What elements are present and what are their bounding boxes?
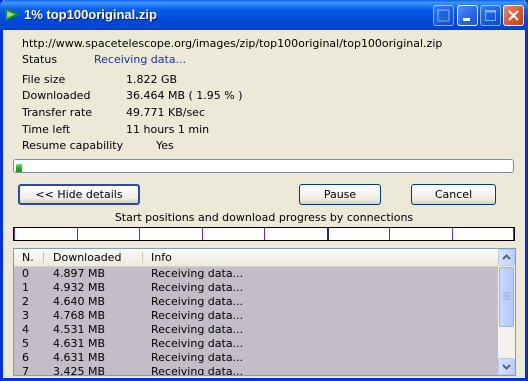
table-row[interactable]: 5 4.631 MB Receiving data... <box>14 337 499 351</box>
minimize-icon <box>463 18 470 21</box>
tray-icon <box>437 9 450 22</box>
window-title: 1% top100original.zip <box>24 7 157 22</box>
column-header-info[interactable]: Info <box>151 251 172 264</box>
cancel-button[interactable]: Cancel <box>411 184 496 205</box>
connection-start-marker <box>264 228 265 240</box>
row-info: Receiving data... <box>151 295 244 308</box>
pause-button[interactable]: Pause <box>299 184 381 205</box>
grip-icon <box>503 292 510 300</box>
row-downloaded: 4.768 MB <box>53 309 106 322</box>
table-row[interactable]: 3 4.768 MB Receiving data... <box>14 309 499 323</box>
row-downloaded: 4.897 MB <box>53 267 106 280</box>
scroll-thumb[interactable] <box>499 267 514 327</box>
table-row[interactable]: 0 4.897 MB Receiving data... <box>14 267 499 281</box>
scroll-down-button[interactable] <box>498 358 515 375</box>
minimize-button[interactable] <box>457 5 478 26</box>
connections-list[interactable]: N. Downloaded Info 0 4.897 MB Receiving da… <box>13 248 516 376</box>
file-size-label: File size <box>22 73 66 86</box>
row-downloaded: 4.640 MB <box>53 295 106 308</box>
row-info: Receiving data... <box>151 365 244 376</box>
column-separator[interactable] <box>142 252 143 263</box>
time-left-label: Time left <box>22 123 71 136</box>
row-number: 3 <box>22 309 29 322</box>
table-row[interactable]: 1 4.932 MB Receiving data... <box>14 281 499 295</box>
connection-start-marker <box>202 228 203 240</box>
table-row[interactable]: 7 3.425 MB Receiving data... <box>14 365 499 376</box>
close-button[interactable] <box>503 5 524 26</box>
download-progress-bar <box>13 159 514 173</box>
downloaded-label: Downloaded <box>22 89 91 102</box>
transfer-rate-label: Transfer rate <box>22 106 93 119</box>
table-row[interactable]: 6 4.631 MB Receiving data... <box>14 351 499 365</box>
download-url: http://www.spacetelescope.org/images/zip… <box>22 37 443 50</box>
row-number: 4 <box>22 323 29 336</box>
transfer-rate-value: 49.771 KB/sec <box>126 106 205 119</box>
table-row[interactable]: 4 4.531 MB Receiving data... <box>14 323 499 337</box>
table-row[interactable]: 2 4.640 MB Receiving data... <box>14 295 499 309</box>
idm-arrow-icon <box>5 8 20 21</box>
scroll-up-button[interactable] <box>498 249 515 266</box>
details-panel: http://www.spacetelescope.org/images/zip… <box>3 30 525 378</box>
list-rows: 0 4.897 MB Receiving data... 1 4.932 MB Recei… <box>14 267 499 376</box>
row-info: Receiving data... <box>151 281 244 294</box>
connection-start-marker <box>452 228 453 240</box>
column-separator[interactable] <box>43 252 44 263</box>
connection-start-marker <box>77 228 78 240</box>
progress-segment <box>16 164 22 172</box>
close-icon <box>508 10 519 21</box>
time-left-value: 11 hours 1 min <box>126 123 210 136</box>
chevron-up-icon <box>502 254 511 260</box>
file-size-value: 1.822 GB <box>126 73 178 86</box>
column-header-n[interactable]: N. <box>22 251 34 264</box>
row-number: 2 <box>22 295 29 308</box>
column-header-downloaded[interactable]: Downloaded <box>53 251 121 264</box>
connection-start-marker <box>389 228 390 240</box>
row-downloaded: 4.531 MB <box>53 323 106 336</box>
row-number: 0 <box>22 267 29 280</box>
row-number: 1 <box>22 281 29 294</box>
maximize-button[interactable] <box>480 5 501 26</box>
connection-start-marker <box>513 228 514 240</box>
row-info: Receiving data... <box>151 351 244 364</box>
maximize-icon <box>485 10 496 21</box>
chevron-down-icon <box>502 364 511 370</box>
resume-label: Resume capability <box>22 139 124 152</box>
row-info: Receiving data... <box>151 337 244 350</box>
vertical-scrollbar[interactable] <box>498 249 515 375</box>
resume-value: Yes <box>156 139 174 152</box>
row-downloaded: 4.631 MB <box>53 351 106 364</box>
connection-start-marker <box>139 228 140 240</box>
connections-progress-bar <box>13 227 515 241</box>
downloaded-value: 36.464 MB ( 1.95 % ) <box>126 89 243 102</box>
download-window: 1% top100original.zip http://www.spacete… <box>0 0 528 381</box>
connections-caption: Start positions and download progress by… <box>114 211 414 224</box>
status-value: Receiving data... <box>94 53 187 66</box>
row-downloaded: 4.932 MB <box>53 281 106 294</box>
hide-details-button[interactable]: << Hide details <box>18 184 140 205</box>
row-info: Receiving data... <box>151 323 244 336</box>
tray-button[interactable] <box>433 5 454 26</box>
row-number: 5 <box>22 337 29 350</box>
row-info: Receiving data... <box>151 309 244 322</box>
row-info: Receiving data... <box>151 267 244 280</box>
title-bar[interactable]: 1% top100original.zip <box>0 0 528 30</box>
progress-fill <box>16 162 23 172</box>
row-downloaded: 3.425 MB <box>53 365 106 376</box>
status-label: Status <box>22 53 58 66</box>
list-header: N. Downloaded Info <box>14 249 499 267</box>
connection-start-marker <box>14 228 15 240</box>
row-downloaded: 4.631 MB <box>53 337 106 350</box>
row-number: 6 <box>22 351 29 364</box>
connection-start-marker <box>327 228 329 240</box>
row-number: 7 <box>22 365 29 376</box>
